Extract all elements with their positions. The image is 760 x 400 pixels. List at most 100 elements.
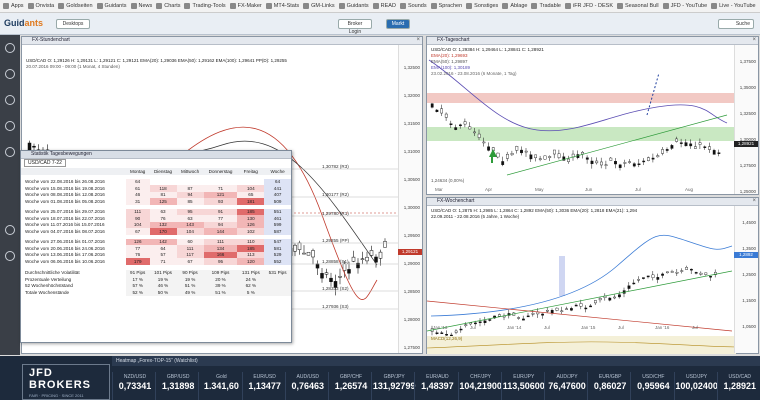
guidants-logo[interactable]: Guidants — [4, 18, 43, 28]
pair-selector[interactable]: USD/CAD 7-22 — [24, 159, 66, 167]
search-button[interactable]: Suche — [718, 19, 754, 29]
candle — [320, 273, 324, 279]
ticker-symbol: AUD/JPY — [556, 374, 578, 380]
axis-tick-label: 1,3500 — [742, 246, 756, 251]
bookmark-item[interactable]: JFD - YouTube — [662, 3, 707, 9]
weekly-chart-window: FX-Wochenchart × 1,4500 1,3500 1,2500 1,150… — [426, 197, 759, 354]
ticker-item[interactable]: GBP/USD 1,31898 — [155, 372, 200, 400]
ticker-item[interactable]: EUR/USD 1,13477 — [241, 372, 287, 400]
ticker-item[interactable]: Gold 1.341,60 — [198, 372, 243, 400]
axis-tick-label: 1,31500 — [403, 121, 420, 126]
bookmark-icon — [531, 3, 538, 9]
axis-tick-label: 1,30000 — [403, 205, 420, 210]
candle — [488, 319, 492, 321]
candle — [656, 277, 660, 280]
candle — [708, 146, 711, 150]
user-icon[interactable] — [5, 251, 15, 261]
bookmark-item[interactable]: READ — [372, 3, 396, 9]
x-axis-tick-label: Apr — [485, 187, 493, 192]
bookmark-icon — [662, 3, 669, 9]
close-icon[interactable]: × — [416, 37, 420, 44]
ticker-item[interactable]: CHF/JPY 104,21900 — [457, 372, 503, 400]
candle — [483, 320, 487, 323]
watchlist-icon[interactable] — [5, 121, 15, 131]
bookmark-item[interactable]: Sounds — [399, 3, 427, 9]
axis-tick-label: 1,0500 — [742, 324, 756, 329]
ticker-item[interactable]: AUD/JPY 76,47600 — [544, 372, 589, 400]
ticker-item[interactable]: USD/CHF 0,95964 — [630, 372, 675, 400]
ticker-symbol: GBP/USD — [166, 374, 190, 380]
bookmark-item[interactable]: FX-Maker — [229, 3, 262, 9]
candle — [675, 138, 678, 142]
close-icon[interactable]: × — [752, 37, 756, 44]
bookmark-item[interactable]: News — [130, 3, 152, 9]
bookmark-item[interactable]: iFR JFD - DESK — [564, 3, 613, 9]
alert-icon[interactable] — [5, 147, 15, 157]
ticker-item[interactable]: EUR/AUD 1,48397 — [414, 372, 459, 400]
ticker-symbol: GBP/CHF — [339, 374, 363, 380]
candle — [521, 318, 525, 321]
avatar-icon[interactable] — [5, 43, 15, 53]
bookmark-item[interactable]: MT4-Stats — [265, 3, 299, 9]
bookmark-item[interactable]: Seasonal Bull — [617, 3, 659, 9]
table-cell: Totale Wochenstände — [21, 289, 126, 296]
bookmark-item[interactable]: Guidants — [96, 3, 127, 9]
bookmark-item[interactable]: Trading-Tools — [184, 3, 226, 9]
jfd-brokers-logo[interactable]: JFD BROKERS FAIR · PRICING · SINCE 2011 — [22, 364, 110, 400]
candle — [541, 313, 545, 316]
x-axis-tick-label: Jul — [470, 325, 476, 330]
bookmark-icon — [466, 3, 473, 9]
table-cell: 52 % — [125, 289, 150, 296]
candle — [351, 256, 356, 262]
bookmark-icon — [27, 3, 34, 9]
settings-icon[interactable] — [5, 225, 15, 235]
candle — [449, 123, 453, 125]
bookmark-item[interactable]: Charts — [156, 3, 180, 9]
weekly-chart-canvas — [427, 234, 736, 354]
bookmark-item[interactable]: Ablage — [502, 3, 527, 9]
ticker-item[interactable]: EUR/GBP 0,86027 — [587, 372, 632, 400]
ticker-item[interactable]: USD/CAD 1,28921 — [716, 372, 760, 400]
market-button[interactable]: Markt — [386, 19, 410, 29]
current-price-badge: 1,28921 — [734, 141, 758, 147]
candle — [543, 155, 547, 160]
candle — [510, 153, 514, 156]
bookmark-item[interactable]: Onvista — [27, 3, 54, 9]
candle — [552, 149, 556, 155]
candle — [501, 161, 505, 165]
ticker-item[interactable]: NZD/USD 0,73341 — [112, 372, 157, 400]
ticker-value: 0,86027 — [593, 381, 627, 391]
ticker-item[interactable]: GBP/CHF 1,26574 — [328, 372, 373, 400]
ticker-value: 113,50600 — [502, 381, 545, 391]
axis-tick-label: 1,35000 — [739, 85, 756, 90]
bookmark-item[interactable]: Live - YouTube — [711, 3, 756, 9]
broker-login-button[interactable]: Broker Login — [338, 19, 372, 35]
candle — [598, 298, 602, 301]
candle — [557, 153, 561, 158]
table-cell: 50 % — [149, 289, 177, 296]
desktops-button[interactable]: Desktops — [56, 19, 90, 29]
close-icon[interactable]: × — [752, 198, 756, 205]
x-axis-tick-label: Jan '16 — [655, 325, 670, 330]
ticker-item[interactable]: GBP/JPY 131,92799 — [371, 372, 416, 400]
bookmark-item[interactable]: GM-Links — [303, 3, 335, 9]
buy-arrow-icon — [489, 149, 497, 157]
news-icon[interactable] — [5, 95, 15, 105]
bookmark-item[interactable]: Tradable — [531, 3, 561, 9]
left-sidebar — [0, 35, 20, 355]
bookmark-item[interactable]: Sonstiges — [466, 3, 498, 9]
bookmark-item[interactable]: Sprachen — [430, 3, 462, 9]
bookmark-item[interactable]: Apps — [3, 3, 24, 9]
candle — [315, 263, 320, 269]
candle — [613, 296, 616, 299]
bookmark-icon — [3, 3, 9, 9]
ticker-item[interactable]: AUD/USD 0,76463 — [284, 372, 330, 400]
ticker-item[interactable]: USD/JPY 100,02400 — [673, 372, 719, 400]
candle — [670, 145, 674, 149]
macd-label: MACD(12,26,9) — [431, 336, 463, 341]
candle — [694, 146, 697, 149]
bookmark-item[interactable]: Guidants — [338, 3, 369, 9]
ticker-item[interactable]: EUR/JPY 113,50600 — [500, 372, 546, 400]
chart-icon[interactable] — [5, 69, 15, 79]
bookmark-item[interactable]: Goldseiten — [58, 3, 93, 9]
